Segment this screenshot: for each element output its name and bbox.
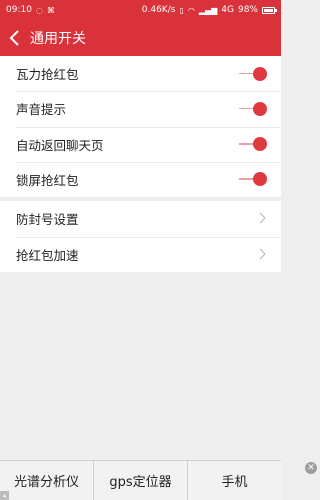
battery-percent: 98% xyxy=(237,5,258,15)
ad-marker-icon: ▴ xyxy=(0,491,9,500)
page-title: 通用开关 xyxy=(30,31,86,47)
setting-label: 自动返回聊天页 xyxy=(16,137,104,153)
vibrate-icon: ▯ xyxy=(179,5,184,15)
toggle-switch[interactable] xyxy=(239,136,267,152)
toggle-knob xyxy=(253,101,267,116)
ad-item[interactable]: 光谱分析仪 xyxy=(0,461,94,500)
ad-item[interactable]: gps定位器 xyxy=(94,461,188,500)
status-time: 09:10 xyxy=(6,5,32,15)
wifi-icon: ◠ xyxy=(187,5,195,15)
notification-icon: ◌ xyxy=(35,5,43,15)
setting-label: 抢红包加速 xyxy=(16,247,79,263)
toggle-switch[interactable] xyxy=(239,66,267,82)
net-speed: 0.46K/s xyxy=(141,5,176,15)
app-notification-icon: ⌘ xyxy=(46,5,55,15)
chevron-right-icon xyxy=(259,209,267,228)
toggle-knob xyxy=(253,66,267,81)
app-header: 通用开关 xyxy=(0,20,281,56)
setting-row-wali-grab[interactable]: 瓦力抢红包 xyxy=(0,56,281,91)
network-type: 4G xyxy=(221,5,234,15)
toggle-switch[interactable] xyxy=(239,171,267,187)
chevron-right-icon xyxy=(259,245,267,264)
toggle-list: 瓦力抢红包 声音提示 自动返回聊天页 锁屏抢红包 xyxy=(0,56,281,197)
ad-bar: 光谱分析仪 gps定位器 手机 xyxy=(0,460,281,500)
setting-label: 声音提示 xyxy=(16,102,67,118)
ad-item[interactable]: 手机 xyxy=(188,461,281,500)
toggle-switch[interactable] xyxy=(239,101,267,117)
setting-label: 瓦力抢红包 xyxy=(16,67,79,83)
status-bar: 09:10 ◌ ⌘ 0.46K/s ▯ ◠ ▂▄▆ 4G 98% xyxy=(0,0,281,20)
setting-label: 防封号设置 xyxy=(16,212,79,228)
back-button[interactable] xyxy=(0,20,30,56)
setting-row-anti-ban[interactable]: 防封号设置 xyxy=(0,201,281,237)
setting-row-lockscreen-grab[interactable]: 锁屏抢红包 xyxy=(0,161,281,197)
signal-icon: ▂▄▆ xyxy=(198,5,218,15)
toggle-knob xyxy=(253,172,267,187)
setting-row-sound[interactable]: 声音提示 xyxy=(0,91,281,126)
toggle-knob xyxy=(253,137,267,152)
setting-row-auto-return[interactable]: 自动返回聊天页 xyxy=(0,126,281,162)
close-icon[interactable]: ✕ xyxy=(305,462,317,474)
chevron-left-icon xyxy=(9,30,19,46)
setting-row-speedup[interactable]: 抢红包加速 xyxy=(0,236,281,273)
setting-label: 锁屏抢红包 xyxy=(16,172,79,188)
battery-icon xyxy=(262,6,277,14)
link-list: 防封号设置 抢红包加速 xyxy=(0,201,281,272)
